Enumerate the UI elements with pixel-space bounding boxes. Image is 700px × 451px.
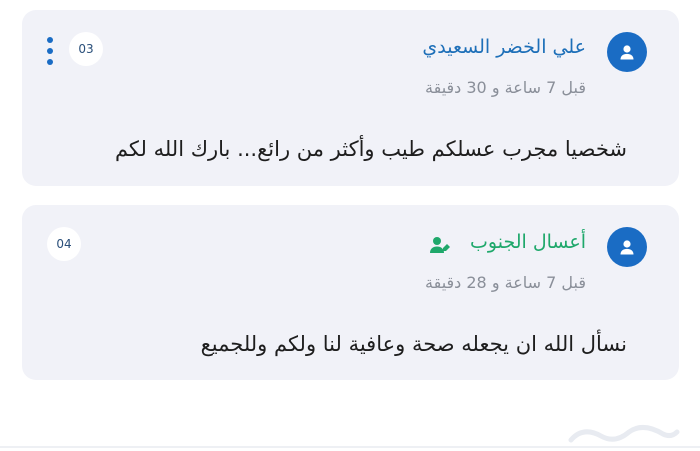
comment-timestamp: قبل 7 ساعة و 28 دقيقة <box>425 273 586 292</box>
user-avatar-icon[interactable] <box>607 227 647 267</box>
comment-text: نسأل الله ان يجعله صحة وعافية لنا ولكم و… <box>200 332 627 356</box>
comment-timestamp: قبل 7 ساعة و 30 دقيقة <box>425 78 586 97</box>
comment-card: 03 علي الخضر السعيدي قبل 7 ساعة و 30 دقي… <box>22 10 679 186</box>
comment-author-name[interactable]: علي الخضر السعيدي <box>422 36 586 58</box>
more-options-icon[interactable] <box>47 37 53 65</box>
verified-seller-icon <box>430 237 450 253</box>
comment-author-name[interactable]: أعسال الجنوب <box>470 231 586 253</box>
comment-text: شخصيا مجرب عسلكم طيب وأكثر من رائع... با… <box>114 137 627 161</box>
watermark-logo <box>568 425 680 443</box>
comment-number-badge: 04 <box>47 227 81 261</box>
comment-number-badge: 03 <box>69 32 103 66</box>
comment-card: 04 أعسال الجنوب قبل 7 ساعة و 28 دقيقة نس… <box>22 205 679 380</box>
user-avatar-icon[interactable] <box>607 32 647 72</box>
